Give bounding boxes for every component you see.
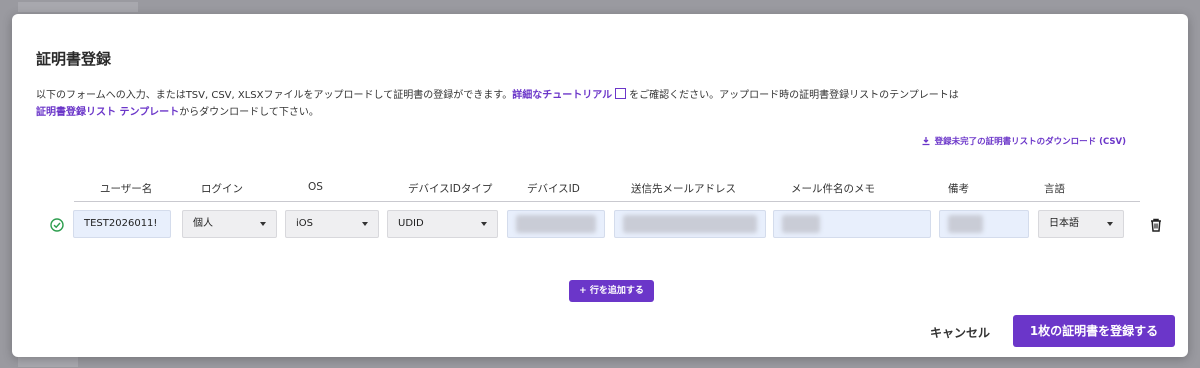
column-header: デバイスIDタイプ <box>408 183 493 195</box>
background-text <box>18 2 138 12</box>
os-select[interactable]: iOS <box>285 210 379 238</box>
description-text: からダウンロードして下さい。 <box>179 107 319 118</box>
register-certificate-button[interactable]: 1枚の証明書を登録する <box>1013 315 1175 347</box>
redacted-value <box>516 215 596 233</box>
download-incomplete-csv-link[interactable]: 登録未完了の証明書リストのダウンロード (CSV) <box>921 135 1126 147</box>
table-row: TEST2026011! 個人 iOS UDID 日本語 <box>40 208 1163 242</box>
redacted-value <box>782 215 820 233</box>
column-header: OS <box>308 181 323 193</box>
redacted-value <box>948 215 983 233</box>
external-link-icon <box>615 88 627 99</box>
chevron-down-icon <box>362 222 368 226</box>
device-id-type-select[interactable]: UDID <box>387 210 498 238</box>
modal-description: 以下のフォームへの入力、またはTSV, CSV, XLSXファイルをアップロード… <box>36 87 1156 121</box>
background-text <box>18 357 78 367</box>
modal-title: 証明書登録 <box>36 50 112 68</box>
trash-icon[interactable] <box>1149 217 1163 233</box>
description-text: をご確認ください。アップロード時の証明書登録リストのテンプレートは <box>629 90 959 101</box>
email-address-input[interactable] <box>614 210 766 238</box>
language-select[interactable]: 日本語 <box>1038 210 1124 238</box>
description-text: 以下のフォームへの入力、またはTSV, CSV, XLSXファイルをアップロード… <box>36 90 513 101</box>
device-id-type-value: UDID <box>398 218 424 229</box>
table-header: ユーザー名 ログイン OS デバイスIDタイプ デバイスID 送信先メールアドレ… <box>74 173 1140 202</box>
column-header: デバイスID <box>527 183 580 195</box>
email-subject-memo-input[interactable] <box>773 210 931 238</box>
tutorial-link[interactable]: 詳細なチュートリアル <box>512 90 612 101</box>
login-select[interactable]: 個人 <box>182 210 277 238</box>
cancel-button[interactable]: キャンセル <box>920 319 1000 347</box>
redacted-value <box>623 215 757 233</box>
chevron-down-icon <box>481 222 487 226</box>
column-header: 備考 <box>948 183 969 195</box>
chevron-down-icon <box>260 222 266 226</box>
device-id-input[interactable] <box>507 210 605 238</box>
language-select-value: 日本語 <box>1049 218 1079 229</box>
column-header: ログイン <box>201 183 243 195</box>
username-input[interactable]: TEST2026011! <box>73 210 171 238</box>
chevron-down-icon <box>1107 222 1113 226</box>
column-header: 言語 <box>1044 183 1065 195</box>
add-row-button[interactable]: + 行を追加する <box>569 280 654 302</box>
column-header: 送信先メールアドレス <box>631 183 736 195</box>
os-select-value: iOS <box>296 218 313 229</box>
column-header: ユーザー名 <box>100 183 153 195</box>
login-select-value: 個人 <box>193 218 213 229</box>
certificate-registration-modal: 証明書登録 以下のフォームへの入力、またはTSV, CSV, XLSXファイルを… <box>12 14 1188 357</box>
download-icon <box>922 137 930 146</box>
template-link[interactable]: 証明書登録リスト テンプレート <box>36 107 179 118</box>
download-link-label: 登録未完了の証明書リストのダウンロード (CSV) <box>934 137 1126 147</box>
column-header: メール件名のメモ <box>791 183 875 195</box>
notes-input[interactable] <box>939 210 1029 238</box>
check-circle-icon <box>50 218 64 232</box>
